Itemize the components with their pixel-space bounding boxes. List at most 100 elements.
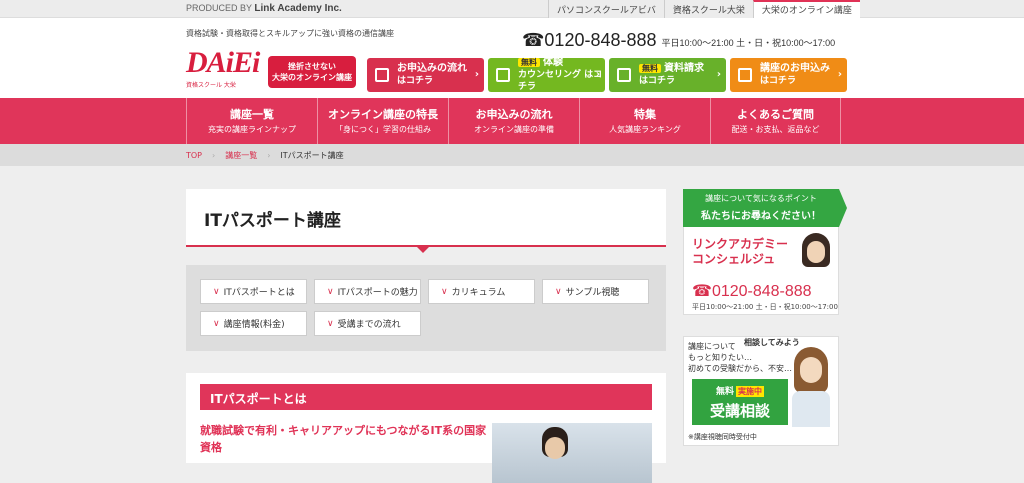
free-badge: 無料 — [639, 64, 661, 73]
cta-sub: はコチラ — [639, 76, 676, 86]
produced-by: PRODUCED BY Link Academy Inc. — [186, 3, 342, 14]
monitor-icon — [496, 68, 510, 82]
anchor-appeal[interactable]: ∨ ITパスポートの魅力 — [314, 279, 421, 304]
anchor-label: 受講までの流れ — [337, 320, 401, 330]
consult-q1a: 講座について — [688, 342, 736, 351]
apply-course-button[interactable]: 講座のお申込み はコチラ › — [730, 58, 847, 92]
consult-question: 講座について もっと知りたい… — [688, 341, 752, 363]
free-label: 無料 — [715, 387, 734, 397]
now-label: 実施中 — [736, 386, 764, 397]
breadcrumb-separator: › — [267, 150, 271, 160]
list-icon — [375, 68, 389, 82]
nav-sub: オンライン講座の準備 — [474, 125, 554, 134]
nav-sub: 充実の講座ラインナップ — [208, 125, 296, 134]
nav-title: よくあるご質問 — [737, 108, 814, 121]
cta-sub: はコチラ — [397, 76, 434, 86]
anchor-price[interactable]: ∨ 講座情報(料金) — [200, 311, 307, 336]
breadcrumb: TOP › 講座一覧 › ITパスポート講座 — [0, 144, 1024, 166]
anchor-label: 講座情報(料金) — [223, 320, 285, 330]
anchor-about[interactable]: ∨ ITパスポートとは — [200, 279, 307, 304]
anchor-label: ITパスポートとは — [223, 288, 295, 298]
site-tab-aviva[interactable]: パソコンスクールアビバ — [548, 0, 664, 18]
chevron-down-icon: ∨ — [327, 318, 334, 329]
consult-note: ※講座視聴同時受付中 — [688, 433, 757, 441]
nav-features[interactable]: オンライン講座の特長 「身につく」学習の仕組み — [317, 98, 448, 144]
produced-by-label: PRODUCED BY — [186, 3, 252, 13]
concierge-box[interactable]: リンクアカデミー コンシェルジュ ☎0120-848-888 平日10:00～2… — [683, 227, 839, 315]
concierge-phone[interactable]: ☎0120-848-888 — [692, 281, 812, 301]
consult-title: 受講相談 — [709, 402, 770, 420]
phone-number: 0120-848-888 — [544, 30, 657, 50]
anchor-links: ∨ ITパスポートとは ∨ ITパスポートの魅力 ∨ カリキュラム ∨ サンプル視聴 ∨… — [186, 265, 666, 351]
nav-title: オンライン講座の特長 — [328, 108, 438, 121]
nav-special[interactable]: 特集人気講座ランキング — [579, 98, 710, 144]
section-lead: 就職試験で有利・キャリアアップにもつながるIT系の国家資格 — [200, 424, 487, 454]
cta-label: 資料請求 — [664, 63, 704, 74]
nav-title: 講座一覧 — [230, 108, 274, 121]
nav-faq[interactable]: よくあるご質問配送・お支払、返品など — [710, 98, 841, 144]
header-phone[interactable]: ☎0120-848-888 平日10:00～21:00 土・日・祝10:00～1… — [522, 30, 835, 51]
tagline-badge: 挫折させない 大栄のオンライン講座 — [268, 56, 356, 88]
cta-label: お申込みの流れ — [397, 63, 467, 74]
logo-text: DAiEi — [186, 46, 260, 79]
page-title: ITパスポート講座 — [204, 211, 341, 231]
anchor-label: カリキュラム — [451, 288, 506, 298]
page-title-box: ITパスポート講座 — [186, 189, 666, 253]
consultation-banner[interactable]: 講座について もっと知りたい… 相談してみよう 初めての受験だから、不安… 無料… — [683, 336, 839, 446]
sidebar-header: 講座について気になるポイント 私たちにお尋ねください！ — [683, 189, 847, 227]
flow-cta-button[interactable]: お申込みの流れ はコチラ › — [367, 58, 484, 92]
daiei-logo[interactable]: DAiEi 資格スクール 大栄 — [186, 48, 264, 100]
chevron-right-icon: › — [837, 69, 842, 80]
nav-sub: 人気講座ランキング — [609, 125, 681, 134]
logo-sub: 資格スクール 大栄 — [186, 82, 236, 89]
nav-title: 特集 — [634, 108, 656, 121]
nav-title: お申込みの流れ — [475, 108, 553, 121]
nav-course-list[interactable]: 講座一覧充実の講座ラインナップ — [186, 98, 317, 144]
top-bar: PRODUCED BY Link Academy Inc. パソコンスクールアビ… — [0, 0, 1024, 18]
chevron-right-icon: › — [716, 69, 721, 80]
main-content: ITパスポート講座 ∨ ITパスポートとは ∨ ITパスポートの魅力 ∨ カリキュラム… — [186, 189, 666, 483]
chevron-right-icon: › — [474, 69, 479, 80]
breadcrumb-current: ITパスポート講座 — [280, 150, 344, 160]
concierge-hours: 平日10:00～21:00 土・日・祝10:00～17:00 — [692, 303, 838, 311]
site-tab-daiei[interactable]: 資格スクール大栄 — [663, 0, 753, 18]
global-nav: 講座一覧充実の講座ラインナップ オンライン講座の特長 「身につく」学習の仕組み お… — [0, 98, 1024, 144]
chevron-down-icon: ∨ — [327, 286, 334, 297]
sidebar: 講座について気になるポイント 私たちにお尋ねください！ リンクアカデミー コンシ… — [683, 189, 847, 446]
title-notch — [416, 246, 430, 253]
sidebar-header-line1: 講座について気になるポイント — [705, 194, 817, 203]
edit-icon — [738, 68, 752, 82]
anchor-sample[interactable]: ∨ サンプル視聴 — [542, 279, 649, 304]
concierge-line2: コンシェルジュ — [692, 252, 776, 266]
anchor-curriculum[interactable]: ∨ カリキュラム — [428, 279, 535, 304]
badge-line1: 挫折させない — [288, 62, 336, 71]
document-icon — [617, 68, 631, 82]
brochure-request-button[interactable]: 無料 資料請求はコチラ › — [609, 58, 726, 92]
trial-counseling-button[interactable]: 無料 体験 カウンセリング はコチラ › — [488, 57, 605, 92]
consult-worry: 初めての受験だから、不安… — [688, 364, 792, 373]
anchor-flow[interactable]: ∨ 受講までの流れ — [314, 311, 421, 336]
site-tabs: パソコンスクールアビバ 資格スクール大栄 大栄のオンライン講座 — [548, 0, 860, 18]
company-name: Link Academy Inc. — [254, 3, 342, 14]
anchor-label: サンプル視聴 — [565, 288, 620, 298]
sidebar-header-line2: 私たちにお尋ねください！ — [701, 211, 821, 222]
cta-sub: カウンセリング はコチラ — [518, 70, 603, 92]
nav-sub: 配送・お支払、返品など — [731, 125, 820, 134]
section-heading: ITパスポートとは — [200, 384, 652, 410]
consult-avatar — [788, 347, 834, 427]
free-badge: 無料 — [518, 58, 540, 67]
breadcrumb-course-list[interactable]: 講座一覧 — [225, 150, 257, 161]
concierge-line1: リンクアカデミー — [692, 237, 789, 251]
concierge-avatar — [798, 233, 834, 275]
badge-line2: 大栄のオンライン講座 — [272, 73, 352, 82]
free-consult-box: 無料 実施中 受講相談 — [692, 379, 788, 425]
phone-hours: 平日10:00～21:00 土・日・祝10:00～17:00 — [661, 38, 836, 48]
about-section: ITパスポートとは 就職試験で有利・キャリアアップにもつながるIT系の国家資格 — [186, 373, 666, 483]
site-tab-online[interactable]: 大栄のオンライン講座 — [752, 0, 860, 18]
student-photo — [492, 423, 652, 483]
breadcrumb-top[interactable]: TOP — [186, 151, 202, 160]
nav-application-flow[interactable]: お申込みの流れオンライン講座の準備 — [448, 98, 579, 144]
header: 資格試験・資格取得とスキルアップに強い資格の通信講座 DAiEi 資格スクール … — [0, 18, 1024, 98]
cta-label: 体験 — [543, 57, 563, 68]
cta-sub: はコチラ — [760, 76, 797, 86]
